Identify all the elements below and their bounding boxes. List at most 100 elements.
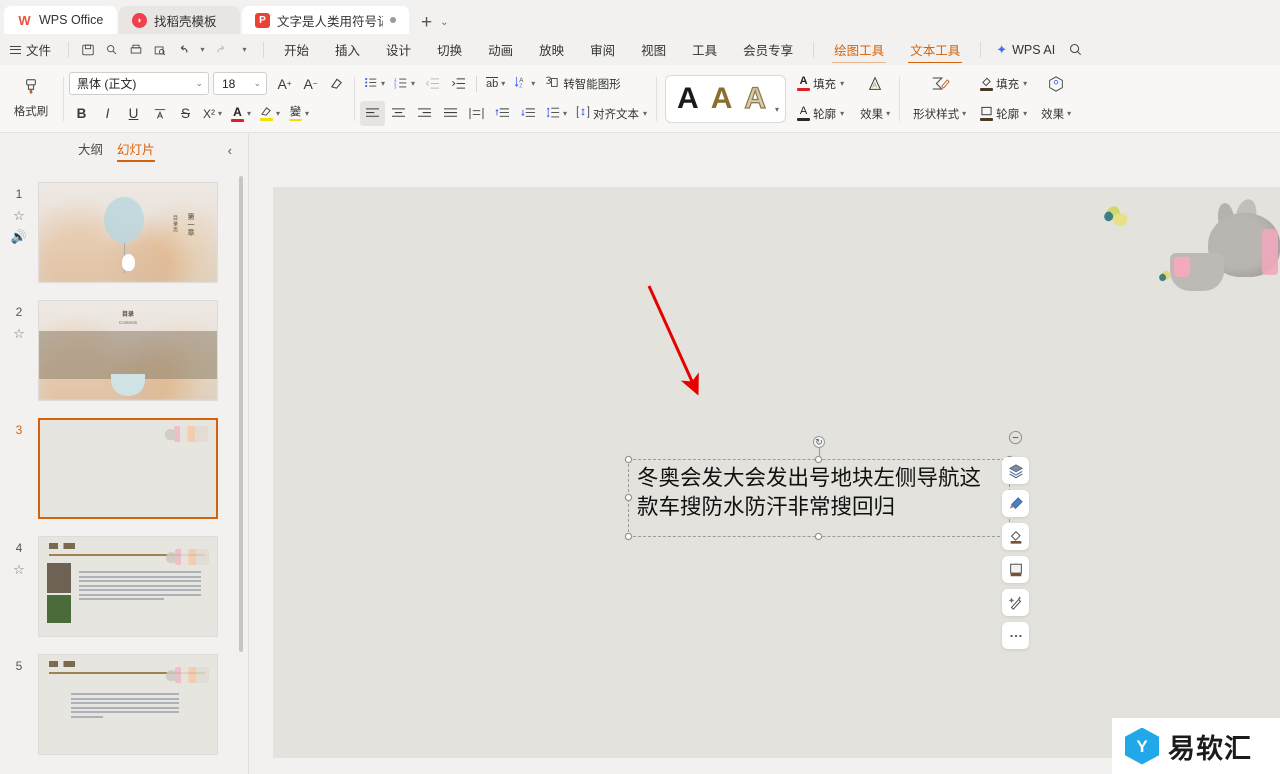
customize-caret-icon[interactable]: ▾: [232, 39, 256, 61]
menu-item-member[interactable]: 会员专享: [730, 36, 806, 63]
shrink-font-button[interactable]: A −: [298, 71, 323, 96]
wordart-style-3[interactable]: A: [739, 82, 771, 113]
clear-format-icon[interactable]: [324, 71, 349, 96]
menu-item-start[interactable]: 开始: [271, 36, 322, 63]
font-name-select[interactable]: 黑体 (正文) ⌄: [69, 72, 209, 95]
tab-wps-office[interactable]: W WPS Office: [4, 6, 117, 34]
bullet-list-button[interactable]: ▾: [360, 71, 389, 96]
menu-item-view[interactable]: 视图: [628, 36, 679, 63]
resize-handle-w[interactable]: [625, 494, 632, 501]
animation-star-icon[interactable]: ☆: [13, 327, 25, 340]
highlight-button[interactable]: ▾: [256, 101, 284, 126]
search-doc-icon[interactable]: [100, 39, 124, 61]
animation-star-icon[interactable]: ☆: [13, 209, 25, 222]
chevron-left-icon[interactable]: ‹: [228, 143, 232, 158]
tab-close-dot-icon[interactable]: [390, 17, 396, 23]
align-right-button[interactable]: [412, 101, 437, 126]
pinyin-guide-button[interactable]: [147, 101, 172, 126]
print-preview-icon[interactable]: [148, 39, 172, 61]
effects-button[interactable]: [1002, 589, 1029, 616]
increase-indent-button[interactable]: [446, 71, 471, 96]
numbered-list-button[interactable]: 123 ▾: [390, 71, 419, 96]
menu-item-text-tools[interactable]: 文本工具: [897, 36, 973, 63]
menu-item-review[interactable]: 审阅: [577, 36, 628, 63]
slide-thumbnail-1[interactable]: 目录页 第一章: [38, 182, 218, 283]
tab-docer-templates[interactable]: ◗ 找稻壳模板: [119, 6, 240, 34]
tab-slides[interactable]: 幻灯片: [117, 139, 155, 162]
menu-item-tools[interactable]: 工具: [679, 36, 730, 63]
format-painter-button[interactable]: [1002, 490, 1029, 517]
text-direction-button[interactable]: ab ▾: [482, 71, 509, 96]
wordart-gallery[interactable]: A A A ▾: [665, 74, 787, 123]
rotate-handle[interactable]: ↻: [813, 436, 825, 448]
text-box-content[interactable]: 冬奥会发大会发出号地块左侧导航这款车搜防水防汗非常搜回归: [629, 460, 1009, 523]
line-spacing-button[interactable]: ▾: [542, 101, 571, 126]
list-item[interactable]: 1 ☆ 🔊 目录页 第一章: [0, 182, 250, 283]
resize-handle-n[interactable]: [815, 456, 822, 463]
char-shading-button[interactable]: 變 ▾: [285, 101, 313, 126]
slide-panel-scrollbar[interactable]: [239, 176, 243, 652]
resize-handle-sw[interactable]: [625, 533, 632, 540]
list-item[interactable]: 5 第一章: [0, 654, 250, 755]
slide-thumbnail-2[interactable]: 目录 Contents: [38, 300, 218, 401]
resize-handle-s[interactable]: [815, 533, 822, 540]
decrease-indent-button[interactable]: [420, 71, 445, 96]
list-item[interactable]: 3: [0, 418, 250, 519]
tab-presentation-document[interactable]: P 文字是人类用符号记录表达信息以: [242, 6, 409, 34]
text-effect-button[interactable]: 效果 ▾: [856, 101, 894, 126]
selected-text-box[interactable]: ↻ 冬奥会发大会发出号地块左侧导航这款车搜防水防汗非常搜回归: [625, 436, 1013, 540]
menu-item-transition[interactable]: 切换: [424, 36, 475, 63]
redo-icon[interactable]: [208, 39, 232, 61]
bold-button[interactable]: B: [69, 101, 94, 126]
wps-ai-button[interactable]: ✦ WPS AI: [988, 42, 1063, 58]
menu-item-animation[interactable]: 动画: [475, 36, 526, 63]
justify-button[interactable]: [438, 101, 463, 126]
slide-thumbnail-5[interactable]: 第一章: [38, 654, 218, 755]
print-icon[interactable]: [124, 39, 148, 61]
superscript-button[interactable]: X² ▾: [199, 101, 226, 126]
collapse-toolbar-button[interactable]: [1002, 424, 1029, 451]
slide-thumbnail-3[interactable]: [38, 418, 218, 519]
more-button[interactable]: [1002, 622, 1029, 649]
wordart-gallery-expand-icon[interactable]: ▾: [775, 105, 779, 122]
wordart-style-1[interactable]: A: [672, 83, 704, 114]
convert-to-smartart-button[interactable]: 转智能图形: [540, 71, 625, 96]
grow-font-button[interactable]: A +: [272, 71, 297, 96]
shape-outline-button[interactable]: 轮廓 ▾: [976, 101, 1031, 126]
underline-button[interactable]: U: [121, 101, 146, 126]
align-text-button[interactable]: 对齐文本 ▾: [572, 101, 651, 126]
resize-handle-nw[interactable]: [625, 456, 632, 463]
shape-style-button[interactable]: 形状样式 ▾: [909, 101, 970, 126]
list-item[interactable]: 2 ☆ 目录 Contents: [0, 300, 250, 401]
text-fill-button[interactable]: A 填充 ▾: [793, 71, 848, 96]
fill-button[interactable]: [1002, 523, 1029, 550]
text-outline-button[interactable]: A 轮廓 ▾: [793, 101, 848, 126]
align-left-button[interactable]: [360, 101, 385, 126]
audio-icon[interactable]: 🔊: [11, 230, 27, 243]
space-before-button[interactable]: [490, 101, 515, 126]
menu-item-slideshow[interactable]: 放映: [526, 36, 577, 63]
undo-icon[interactable]: [172, 39, 196, 61]
paragraph-sort-button[interactable]: AZ ▾: [510, 71, 539, 96]
distribute-button[interactable]: [464, 101, 489, 126]
shape-fill-button[interactable]: 填充 ▾: [976, 71, 1031, 96]
layers-button[interactable]: [1002, 457, 1029, 484]
italic-button[interactable]: I: [95, 101, 120, 126]
format-painter-button[interactable]: 格式刷: [4, 78, 58, 119]
align-center-button[interactable]: [386, 101, 411, 126]
search-icon[interactable]: [1063, 39, 1087, 61]
save-icon[interactable]: [76, 39, 100, 61]
shape-effect-button[interactable]: 效果 ▾: [1037, 101, 1075, 126]
space-after-button[interactable]: [516, 101, 541, 126]
current-slide[interactable]: ↻ 冬奥会发大会发出号地块左侧导航这款车搜防水防汗非常搜回归: [273, 187, 1280, 758]
animation-star-icon[interactable]: ☆: [13, 563, 25, 576]
tab-list-caret-icon[interactable]: ⌄: [438, 17, 452, 34]
undo-caret-icon[interactable]: ▾: [196, 39, 208, 61]
menu-item-insert[interactable]: 插入: [322, 36, 373, 63]
new-tab-button[interactable]: +: [411, 13, 438, 34]
font-color-button[interactable]: A ▾: [227, 101, 255, 126]
font-size-select[interactable]: 18 ⌄: [213, 72, 267, 95]
wordart-style-2[interactable]: A: [706, 83, 738, 114]
strikethrough-button[interactable]: S: [173, 101, 198, 126]
slide-thumbnail-4[interactable]: 第一章: [38, 536, 218, 637]
